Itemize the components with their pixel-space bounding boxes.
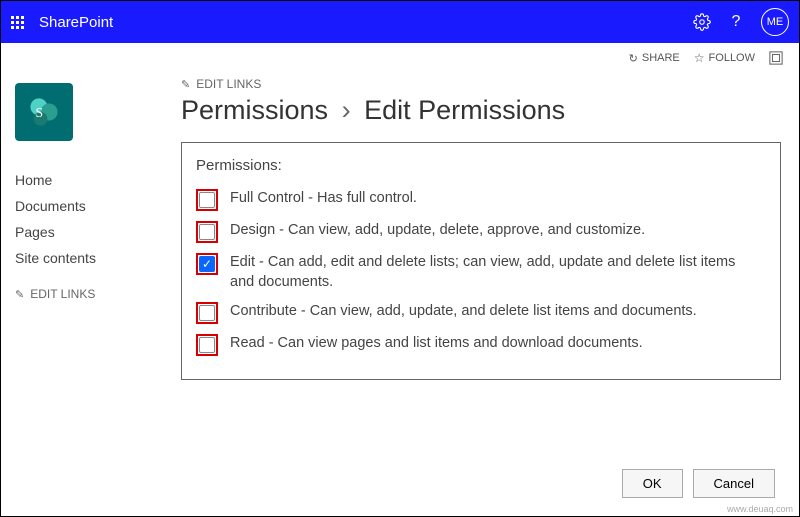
- brand-name[interactable]: SharePoint: [39, 14, 113, 31]
- permission-row-contribute: Contribute - Can view, add, update, and …: [196, 297, 762, 329]
- permission-label: Edit - Can add, edit and delete lists; c…: [230, 253, 762, 292]
- sidebar: S Home Documents Pages Site contents ✎ E…: [1, 73, 171, 380]
- main-content: ✎ EDIT LINKS Permissions › Edit Permissi…: [171, 73, 799, 380]
- share-button[interactable]: ↻ SHARE: [629, 52, 680, 65]
- permission-label: Full Control - Has full control.: [230, 189, 762, 209]
- follow-label: FOLLOW: [709, 52, 755, 64]
- topbar-right: ? ME: [693, 8, 789, 36]
- checkbox-highlight: [196, 334, 218, 356]
- share-icon: ↻: [629, 52, 638, 65]
- permission-label: Read - Can view pages and list items and…: [230, 334, 762, 354]
- permissions-list: Full Control - Has full control. Design …: [196, 184, 762, 361]
- page-body: S Home Documents Pages Site contents ✎ E…: [1, 73, 799, 380]
- permissions-panel: Permissions: Full Control - Has full con…: [181, 142, 781, 380]
- permission-row-design: Design - Can view, add, update, delete, …: [196, 216, 762, 248]
- pencil-icon: ✎: [15, 288, 24, 301]
- page-actions: ↻ SHARE ☆ FOLLOW: [1, 43, 799, 73]
- sidebar-item-documents[interactable]: Documents: [15, 193, 157, 219]
- ok-button[interactable]: OK: [622, 469, 683, 498]
- pencil-icon: ✎: [181, 78, 190, 91]
- cancel-button[interactable]: Cancel: [693, 469, 775, 498]
- app-launcher-icon[interactable]: [11, 16, 24, 29]
- site-logo[interactable]: S: [15, 83, 73, 141]
- checkbox-design[interactable]: [199, 224, 215, 240]
- permission-label: Design - Can view, add, update, delete, …: [230, 221, 762, 241]
- dialog-footer: OK Cancel: [622, 469, 775, 498]
- watermark: www.deuaq.com: [727, 504, 793, 514]
- avatar[interactable]: ME: [761, 8, 789, 36]
- breadcrumb-current: Edit Permissions: [364, 95, 565, 125]
- permission-row-full-control: Full Control - Has full control.: [196, 184, 762, 216]
- top-edit-links-label: EDIT LINKS: [196, 77, 261, 91]
- checkbox-highlight: [196, 189, 218, 211]
- share-label: SHARE: [642, 52, 680, 64]
- svg-text:S: S: [36, 105, 44, 120]
- permission-row-read: Read - Can view pages and list items and…: [196, 329, 762, 361]
- sidebar-item-pages[interactable]: Pages: [15, 219, 157, 245]
- sidebar-edit-links-label: EDIT LINKS: [30, 287, 95, 301]
- checkbox-highlight: [196, 221, 218, 243]
- permission-row-edit: Edit - Can add, edit and delete lists; c…: [196, 248, 762, 297]
- suite-header: SharePoint ? ME: [1, 1, 799, 43]
- top-edit-links[interactable]: ✎ EDIT LINKS: [181, 77, 781, 91]
- sidebar-item-site-contents[interactable]: Site contents: [15, 245, 157, 271]
- sidebar-item-home[interactable]: Home: [15, 167, 157, 193]
- focus-icon[interactable]: [769, 51, 783, 65]
- checkbox-edit[interactable]: [199, 256, 215, 272]
- checkbox-contribute[interactable]: [199, 305, 215, 321]
- breadcrumb: Permissions › Edit Permissions: [181, 95, 781, 126]
- checkbox-full-control[interactable]: [199, 192, 215, 208]
- help-icon[interactable]: ?: [727, 13, 745, 31]
- star-icon: ☆: [694, 51, 705, 65]
- permission-label: Contribute - Can view, add, update, and …: [230, 302, 762, 322]
- breadcrumb-separator: ›: [342, 95, 351, 125]
- sidebar-nav: Home Documents Pages Site contents: [15, 167, 157, 271]
- checkbox-read[interactable]: [199, 337, 215, 353]
- panel-title: Permissions:: [196, 157, 762, 174]
- sidebar-edit-links[interactable]: ✎ EDIT LINKS: [15, 287, 157, 301]
- gear-icon[interactable]: [693, 13, 711, 31]
- checkbox-highlight: [196, 253, 218, 275]
- breadcrumb-root[interactable]: Permissions: [181, 95, 328, 125]
- checkbox-highlight: [196, 302, 218, 324]
- follow-button[interactable]: ☆ FOLLOW: [694, 51, 755, 65]
